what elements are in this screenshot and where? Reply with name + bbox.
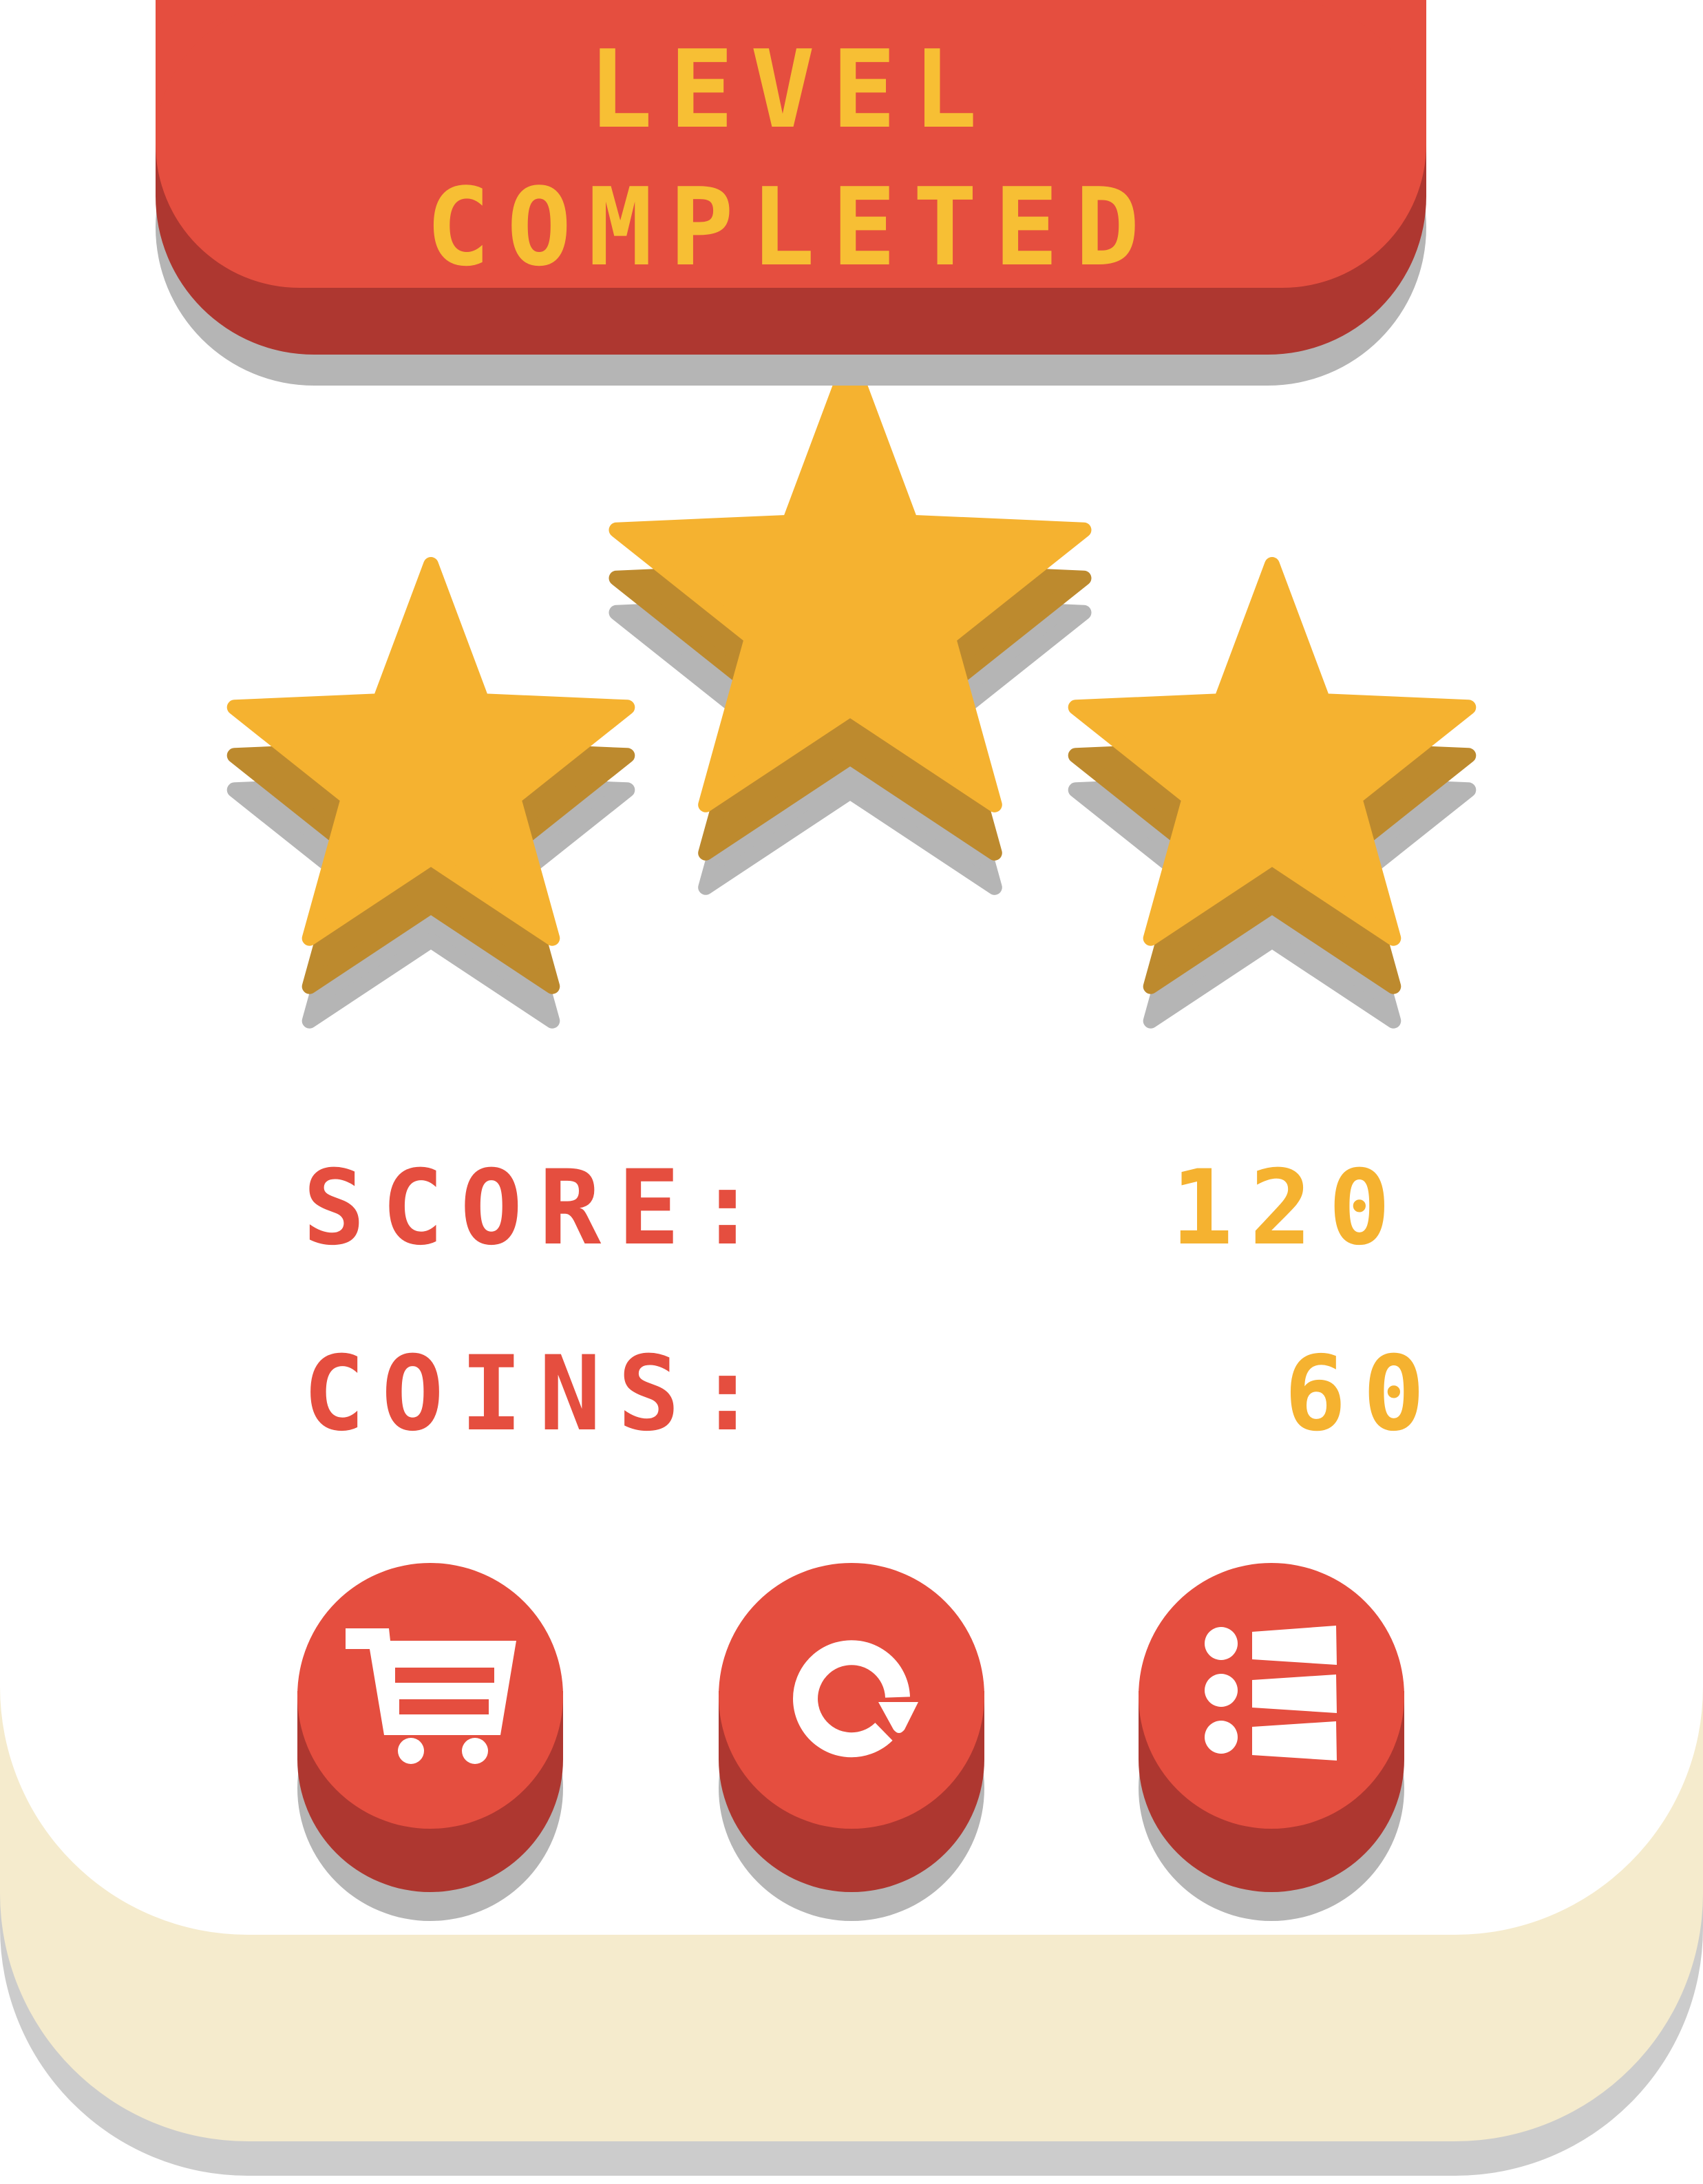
coins-label: COINS: xyxy=(303,1334,775,1454)
banner-title: LEVEL COMPLETED xyxy=(156,21,1426,296)
restart-button[interactable] xyxy=(719,1563,984,1921)
coins-row: COINS: 60 xyxy=(303,1334,1425,1454)
shopping-cart-icon xyxy=(346,1628,516,1764)
score-value: 120 xyxy=(1171,1148,1407,1268)
score-row: SCORE: 120 xyxy=(303,1148,1390,1268)
level-list-icon xyxy=(1205,1626,1337,1761)
banner-title-line2: COMPLETED xyxy=(425,165,1156,290)
level-list-button[interactable] xyxy=(1139,1563,1404,1921)
star-rating xyxy=(226,386,1477,1029)
banner-title-line1: LEVEL xyxy=(588,27,994,152)
score-label: SCORE: xyxy=(303,1148,775,1268)
coins-value: 60 xyxy=(1284,1334,1441,1454)
restart-icon xyxy=(793,1640,918,1758)
shop-button[interactable] xyxy=(297,1563,563,1921)
